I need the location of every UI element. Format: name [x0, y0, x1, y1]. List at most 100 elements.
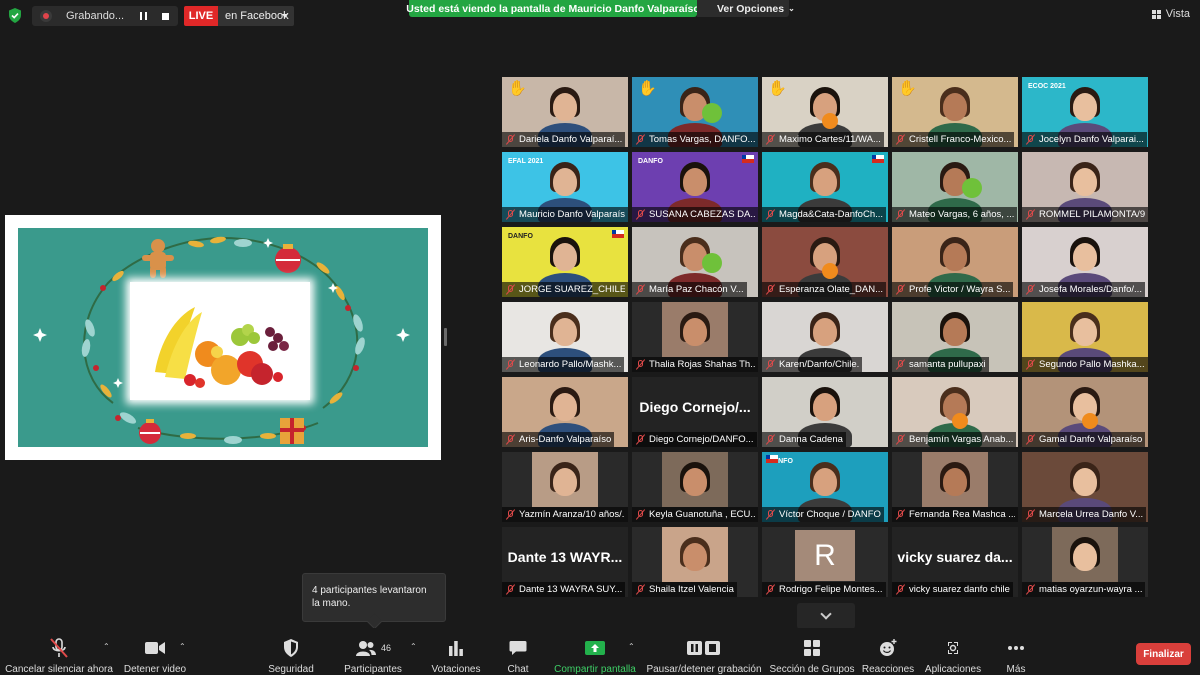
participant-tile[interactable]: Yazmín Aranza/10 años/... — [502, 452, 628, 522]
participant-tile[interactable]: Mateo Vargas, 6 años, ... — [892, 152, 1018, 222]
live-destination-dropdown[interactable]: en Facebook — [218, 6, 294, 26]
mic-muted-icon — [635, 509, 646, 520]
participant-tile[interactable]: ✋ Maximo Cartes/11/WA... — [762, 77, 888, 147]
participant-tile[interactable]: Esperanza Olate_DAN... — [762, 227, 888, 297]
participant-tile[interactable]: ✋ Tomas Vargas, DANFO... — [632, 77, 758, 147]
end-meeting-button[interactable]: Finalizar — [1136, 643, 1191, 665]
security-button[interactable]: Seguridad — [264, 628, 318, 675]
share-options-caret-icon[interactable]: ⌃ — [628, 642, 635, 651]
participant-tile[interactable]: Keyla Guanotuña , ECU... — [632, 452, 758, 522]
participant-tile[interactable]: Karen/Danfo/Chile. — [762, 302, 888, 372]
participant-name: Dante 13 WAYRA SUY... — [519, 584, 623, 595]
participant-name: Karen/Danfo/Chile. — [779, 359, 860, 370]
view-button[interactable]: Vista — [1151, 8, 1190, 20]
participant-name-bar: Jocelyn Danfo Valparai... — [1022, 132, 1147, 147]
mic-muted-icon — [505, 284, 516, 295]
participant-tile[interactable]: DANFO Víctor Choque / DANFO — [762, 452, 888, 522]
participant-tile[interactable]: Magda&Cata-DanfoCh... — [762, 152, 888, 222]
participant-tile[interactable]: DANFO SUSANA CABEZAS DA... — [632, 152, 758, 222]
participant-tile[interactable]: R Rodrigo Felipe Montes... — [762, 527, 888, 597]
mic-muted-icon — [505, 359, 516, 370]
participant-name: Dariela Danfo Valparaí... — [519, 134, 623, 145]
shield-check-icon[interactable] — [8, 8, 22, 23]
pause-recording-button[interactable] — [134, 8, 152, 24]
participant-tile[interactable]: Diego Cornejo/... Diego Cornejo/DANFO... — [632, 377, 758, 447]
participant-tile[interactable]: Dante 13 WAYR... Dante 13 WAYRA SUY... — [502, 527, 628, 597]
mic-muted-icon — [1025, 134, 1036, 145]
participant-name-bar: Danna Cadena — [762, 432, 846, 447]
participant-tile[interactable]: María Paz Chacón V... — [632, 227, 758, 297]
mic-muted-icon — [895, 584, 906, 595]
participant-tile[interactable]: Shaila Itzel Valencia — [632, 527, 758, 597]
apps-button[interactable]: Aplicaciones — [922, 628, 984, 675]
stop-video-button[interactable]: Detener video — [122, 628, 188, 675]
participant-name: SUSANA CABEZAS DA... — [649, 209, 755, 220]
participant-name-bar: Karen/Danfo/Chile. — [762, 357, 863, 372]
pause-stop-recording-button[interactable]: Pausar/detener grabación — [646, 628, 762, 675]
participant-name-bar: Fernanda Rea Mashca ... — [892, 507, 1018, 522]
participant-tile[interactable]: EFAL 2021 Mauricio Danfo Valparaíso — [502, 152, 628, 222]
reactions-button[interactable]: Reacciones — [862, 628, 914, 675]
mic-muted-icon — [765, 284, 776, 295]
participant-face — [553, 393, 577, 421]
participant-tile[interactable]: vicky suarez da... vicky suarez danfo chi… — [892, 527, 1018, 597]
stop-recording-button[interactable] — [156, 8, 174, 24]
participant-tile[interactable]: ✋ Cristell Franco-Mexico... — [892, 77, 1018, 147]
participant-tile[interactable]: ECOC 2021 Jocelyn Danfo Valparai... — [1022, 77, 1148, 147]
chat-label: Chat — [507, 664, 529, 675]
caret-down-icon — [282, 14, 288, 18]
participants-button[interactable]: 46 Participantes — [342, 628, 404, 675]
audio-options-caret-icon[interactable]: ⌃ — [103, 642, 110, 651]
participant-name: Maximo Cartes/11/WA... — [779, 134, 881, 145]
recording-dot-icon — [40, 10, 52, 22]
participant-tile[interactable]: Profe Victor / Wayra S... — [892, 227, 1018, 297]
mic-muted-icon — [895, 509, 906, 520]
participant-tile[interactable]: ✋ Dariela Danfo Valparaí... — [502, 77, 628, 147]
shared-screen — [5, 215, 441, 460]
split-view-handle[interactable] — [444, 328, 447, 346]
participant-tile[interactable]: Benjamín Vargas Anab... — [892, 377, 1018, 447]
stop-video-label: Detener video — [123, 664, 187, 675]
mic-muted-icon — [505, 509, 516, 520]
mic-muted-icon — [635, 284, 646, 295]
chat-button[interactable]: Chat — [500, 628, 536, 675]
more-button[interactable]: Más — [998, 628, 1034, 675]
participant-tile[interactable]: Josefa Morales/Danfo/... — [1022, 227, 1148, 297]
participant-name-bar: Víctor Choque / DANFO — [762, 507, 884, 522]
polls-button[interactable]: Votaciones — [428, 628, 484, 675]
participant-tile[interactable]: Thalia Rojas Shahas Th... — [632, 302, 758, 372]
participant-tile[interactable]: Aris-Danfo Valparaíso — [502, 377, 628, 447]
participant-tile[interactable]: Gamal Danfo Valparaíso — [1022, 377, 1148, 447]
share-screen-button[interactable]: Compartir pantalla — [553, 628, 637, 675]
participant-tile[interactable]: DANFO JORGE SUAREZ_CHILE DA... — [502, 227, 628, 297]
participant-tile[interactable]: Fernanda Rea Mashca ... — [892, 452, 1018, 522]
participant-name-bar: Josefa Morales/Danfo/... — [1022, 282, 1145, 297]
participants-options-caret-icon[interactable]: ⌃ — [410, 642, 417, 651]
participant-name: Rodrigo Felipe Montes... — [779, 584, 883, 595]
participant-name-bar: Dante 13 WAYRA SUY... — [502, 582, 626, 597]
orange-prop — [822, 113, 838, 129]
participant-tile[interactable]: Leonardo Pallo/Mashk... — [502, 302, 628, 372]
participant-tile[interactable]: samanta pullupaxi — [892, 302, 1018, 372]
participant-name: Víctor Choque / DANFO — [779, 509, 881, 520]
participant-name: Tomas Vargas, DANFO... — [649, 134, 755, 145]
participants-icon — [355, 641, 376, 656]
unmute-button[interactable]: Cancelar silenciar ahora — [5, 628, 113, 675]
participant-name: Leonardo Pallo/Mashk... — [519, 359, 622, 370]
participant-tile[interactable]: Danna Cadena — [762, 377, 888, 447]
participant-tile[interactable]: Segundo Pallo Mashka... — [1022, 302, 1148, 372]
participant-tile[interactable]: ROMMEL PILAMONTA/9/... — [1022, 152, 1148, 222]
participant-name: Segundo Pallo Mashka... — [1039, 359, 1145, 370]
participant-name: Jocelyn Danfo Valparai... — [1039, 134, 1144, 145]
breakout-rooms-button[interactable]: Sección de Grupos — [769, 628, 855, 675]
scroll-down-button[interactable] — [797, 603, 855, 629]
participant-photo — [922, 452, 988, 507]
video-options-caret-icon[interactable]: ⌃ — [179, 642, 186, 651]
participant-tile[interactable]: matias oyarzun-wayra ... — [1022, 527, 1148, 597]
participant-tile[interactable]: Marcela Urrea Danfo V... — [1022, 452, 1148, 522]
participant-name-bar: Marcela Urrea Danfo V... — [1022, 507, 1147, 522]
participant-face — [553, 168, 577, 196]
participant-face — [1073, 93, 1097, 121]
view-options-button[interactable]: Ver Opciones ⌄ — [697, 0, 795, 17]
participant-face — [813, 318, 837, 346]
